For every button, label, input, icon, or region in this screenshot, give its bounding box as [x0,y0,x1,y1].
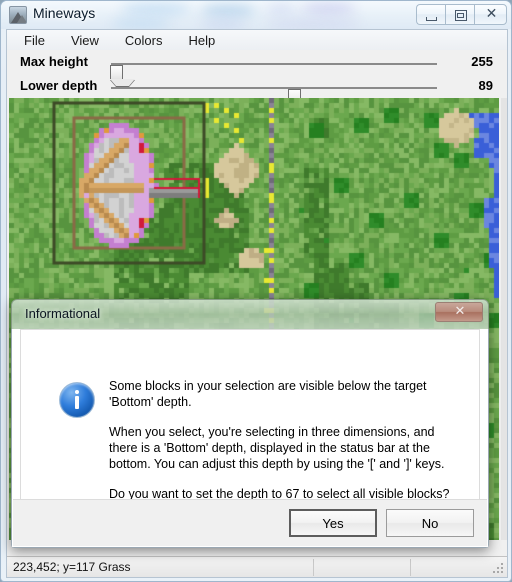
restore-button[interactable] [445,4,474,25]
max-height-slider-row: Max height 255 [7,52,507,79]
dialog-body: Some blocks in your selection are visibl… [11,329,489,548]
glass-reflection [301,3,356,14]
lower-depth-slider-row: Lower depth 89 [7,76,507,103]
status-text: 223,452; y=117 Grass [13,560,131,574]
dialog-message: Some blocks in your selection are visibl… [109,378,465,502]
menu-item-help[interactable]: Help [185,32,218,49]
map-vertical-scrollbar[interactable] [501,98,507,540]
glass-reflection [266,20,361,29]
mountain-icon [9,6,27,24]
max-height-value: 255 [471,54,493,69]
dialog-content-panel: Some blocks in your selection are visibl… [20,329,480,501]
dialog-title-bar: Informational ✕ [11,299,489,329]
glass-reflection [201,20,246,29]
glass-reflection [201,5,256,16]
status-divider [410,559,411,576]
info-icon-stem [75,396,79,409]
status-bar: 223,452; y=117 Grass [7,556,507,577]
yes-button[interactable]: Yes [289,509,377,537]
dialog-paragraph-2: When you select, you're selecting in thr… [109,425,445,471]
title-bar: Mineways ✕ [1,1,511,29]
slider-panel: Max height 255 Lower depth 89 [7,50,507,103]
window-controls: ✕ [416,4,507,25]
lower-depth-slider-track[interactable] [111,87,437,103]
glass-reflection [111,19,171,29]
close-button[interactable]: ✕ [474,4,507,25]
status-divider [313,559,314,576]
resize-grip-icon[interactable] [492,562,505,575]
minimize-button[interactable] [416,4,445,25]
glass-reflection [266,4,296,14]
menu-item-colors[interactable]: Colors [122,32,166,49]
max-height-label: Max height [20,54,88,69]
menu-item-view[interactable]: View [68,32,102,49]
info-icon [59,382,95,418]
mountain-peak-shape [17,15,26,23]
info-icon-dot [75,390,79,394]
menu-item-file[interactable]: File [21,32,48,49]
close-icon: ✕ [485,6,498,22]
restore-icon-inner [457,13,464,18]
dialog-paragraph-1: Some blocks in your selection are visibl… [109,379,427,409]
informational-dialog: Informational ✕ Some blocks in your sele… [11,299,489,548]
dialog-footer: Yes No [13,499,487,546]
lower-depth-value: 89 [478,78,493,93]
menu-bar: File View Colors Help [7,30,507,50]
glass-reflection [121,3,191,15]
close-icon: ✕ [454,304,466,319]
max-height-slider-track[interactable] [109,63,437,79]
no-button[interactable]: No [386,509,474,537]
minimize-icon [426,17,437,21]
lower-depth-label: Lower depth [20,78,98,93]
dialog-close-button[interactable]: ✕ [435,302,483,322]
dialog-title: Informational [25,306,101,321]
window-title: Mineways [33,5,96,21]
